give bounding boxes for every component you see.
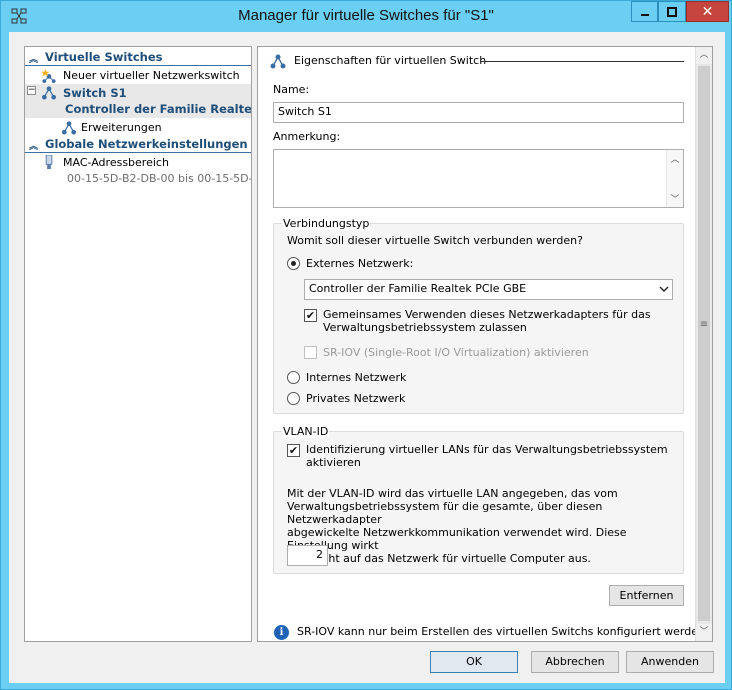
- sriov-label: SR-IOV (Single-Root I/O Virtualization) …: [323, 346, 589, 359]
- cancel-button[interactable]: Abbrechen: [531, 651, 619, 673]
- section-header: Eigenschaften für virtuellen Switch: [270, 53, 684, 69]
- switch-adapter: Controller der Familie Realtek...: [65, 102, 252, 116]
- external-network-label: Externes Netzwerk:: [306, 257, 414, 270]
- scroll-up-icon[interactable]: ︿: [667, 152, 683, 165]
- adapter-select[interactable]: Controller der Familie Realtek PCIe GBE: [304, 279, 673, 300]
- scroll-up-icon[interactable]: ︿: [696, 47, 712, 64]
- ok-button[interactable]: OK: [430, 651, 518, 673]
- notes-label: Anmerkung:: [273, 130, 341, 143]
- allow-management-checkbox[interactable]: ✔: [304, 309, 317, 322]
- mac-range-label: MAC-Adressbereich: [63, 156, 169, 169]
- collapse-chevron-icon[interactable]: ︽: [29, 139, 38, 153]
- window-title: Manager für virtuelle Switches für "S1": [238, 7, 494, 24]
- panel-scrollbar[interactable]: ︿ ≡ ﹀: [695, 47, 712, 641]
- tree-header-global-settings[interactable]: ︽ Globale Netzwerkeinstellungen: [25, 136, 251, 153]
- tree-header-virtual-switches[interactable]: ︽ Virtuelle Switches: [25, 49, 251, 66]
- maximize-icon: [667, 6, 677, 17]
- vlan-enable-line1: Identifizierung virtueller LANs für das …: [306, 443, 668, 456]
- notes-scrollbar[interactable]: ︿ ﹀: [666, 150, 683, 207]
- vlan-enable-label: Identifizierung virtueller LANs für das …: [306, 443, 668, 469]
- connection-type-group: Verbindungstyp Womit soll dieser virtuel…: [273, 217, 684, 414]
- adapter-selected-value: Controller der Familie Realtek PCIe GBE: [309, 282, 527, 295]
- vlan-enable-line2: aktivieren: [306, 456, 361, 469]
- internal-network-radio[interactable]: [287, 371, 300, 384]
- tree-header-label: Virtuelle Switches: [45, 50, 163, 64]
- tree-item-extensions[interactable]: Erweiterungen: [25, 119, 251, 136]
- minimize-button[interactable]: [631, 1, 658, 22]
- tree-item-mac-range[interactable]: MAC-Adressbereich 00-15-5D-B2-DB-00 bis …: [25, 154, 251, 188]
- chevron-down-icon: [659, 286, 669, 292]
- dialog-client: ︽ Virtuelle Switches Neuer virtueller Ne…: [9, 32, 725, 683]
- allow-management-line2: Verwaltungsbetriebssystem zulassen: [323, 321, 527, 334]
- scroll-thumb[interactable]: [698, 66, 710, 621]
- header-underline: [25, 152, 251, 153]
- mac-range-value: 00-15-5D-B2-DB-00 bis 00-15-5D-...: [67, 172, 252, 185]
- section-divider: [480, 61, 684, 62]
- apply-button[interactable]: Anwenden: [626, 651, 714, 673]
- minimize-icon: [640, 13, 649, 16]
- info-text: SR-IOV kann nur beim Erstellen des virtu…: [297, 625, 713, 638]
- scroll-grip-icon: ≡: [699, 319, 709, 330]
- external-network-radio[interactable]: [287, 257, 300, 270]
- private-network-radio[interactable]: [287, 392, 300, 405]
- section-title: Eigenschaften für virtuellen Switch: [294, 54, 487, 67]
- tree-header-label: Globale Netzwerkeinstellungen: [45, 137, 248, 151]
- vlan-description: Mit der VLAN-ID wird das virtuelle LAN a…: [287, 487, 683, 565]
- allow-management-label: Gemeinsames Verwenden dieses Netzwerkada…: [323, 308, 651, 334]
- private-network-label: Privates Netzwerk: [306, 392, 406, 405]
- maximize-button[interactable]: [658, 1, 686, 22]
- allow-management-line1: Gemeinsames Verwenden dieses Netzwerkada…: [323, 308, 651, 321]
- tree-item-label: Neuer virtueller Netzwerkswitch: [63, 69, 240, 82]
- network-switch-icon: [270, 54, 286, 69]
- connection-type-title: Verbindungstyp: [282, 217, 371, 230]
- vlan-title: VLAN-ID: [282, 425, 330, 438]
- extensions-icon: [61, 121, 77, 135]
- close-button[interactable]: ✕: [686, 1, 729, 22]
- scroll-down-icon[interactable]: ﹀: [696, 624, 712, 641]
- notes-textarea[interactable]: ︿ ﹀: [273, 149, 684, 208]
- header-underline: [25, 65, 251, 66]
- dialog-window: Manager für virtuelle Switches für "S1" …: [0, 0, 732, 690]
- network-switch-icon: [41, 86, 57, 100]
- vlan-group: VLAN-ID ✔ Identifizierung virtueller LAN…: [273, 425, 684, 574]
- vlan-desc-line3: abgewickelte Netzwerkkommunikation verwe…: [287, 526, 627, 552]
- switch-name: Switch S1: [63, 86, 127, 100]
- connection-question: Womit soll dieser virtuelle Switch verbu…: [287, 234, 583, 247]
- vlan-desc-line1: Mit der VLAN-ID wird das virtuelle LAN a…: [287, 487, 618, 500]
- title-bar[interactable]: Manager für virtuelle Switches für "S1" …: [1, 1, 731, 32]
- sriov-checkbox[interactable]: [304, 346, 317, 359]
- scroll-down-icon[interactable]: ﹀: [667, 192, 683, 205]
- vlan-enable-checkbox[interactable]: ✔: [287, 444, 300, 457]
- navigation-tree[interactable]: ︽ Virtuelle Switches Neuer virtueller Ne…: [24, 46, 252, 642]
- internal-network-label: Internes Netzwerk: [306, 371, 407, 384]
- close-icon: ✕: [701, 3, 714, 20]
- new-switch-icon: [41, 68, 56, 83]
- tree-item-switch-selected[interactable]: − Switch S1 Controller der Familie Realt…: [25, 84, 251, 118]
- collapse-chevron-icon[interactable]: ︽: [29, 52, 38, 66]
- tree-item-new-switch[interactable]: Neuer virtueller Netzwerkswitch: [25, 67, 251, 84]
- vlan-desc-line4: sich nicht auf das Netzwerk für virtuell…: [287, 552, 591, 565]
- name-input[interactable]: Switch S1: [273, 102, 684, 123]
- vlan-id-input[interactable]: 2: [287, 545, 328, 566]
- info-icon: i: [274, 625, 289, 640]
- tree-item-label: Erweiterungen: [81, 121, 162, 134]
- mac-address-icon: [45, 155, 53, 170]
- name-label: Name:: [273, 83, 310, 96]
- remove-button[interactable]: Entfernen: [609, 585, 684, 606]
- collapse-toggle-icon[interactable]: −: [27, 86, 36, 95]
- vlan-desc-line2: Verwaltungsbetriebssystem für die gesamt…: [287, 500, 603, 526]
- properties-panel[interactable]: Eigenschaften für virtuellen Switch Name…: [257, 46, 713, 642]
